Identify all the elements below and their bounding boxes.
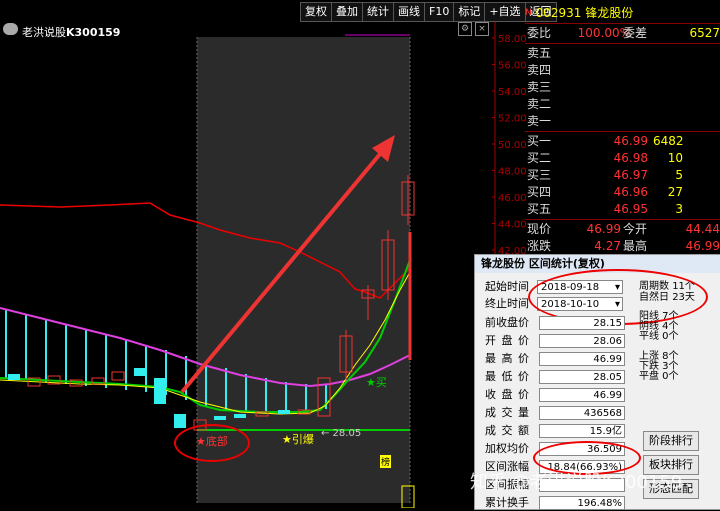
buy-row: 买一 46.99 6482 xyxy=(527,134,684,148)
quote-code: 002931 xyxy=(535,6,582,20)
price-tick-label: 46.00 xyxy=(498,193,527,204)
cyan-bar xyxy=(125,340,127,390)
cyan-bar xyxy=(45,320,47,382)
candlestick xyxy=(214,416,226,420)
cyan-bar xyxy=(25,315,27,380)
candlestick xyxy=(174,414,186,428)
cyan-bar xyxy=(225,368,227,410)
toolbar-button-6[interactable]: +自选 xyxy=(484,3,524,21)
quote-header: N 002931 锋龙股份 xyxy=(525,4,720,22)
cyan-bar xyxy=(265,378,267,412)
price-tick-label: 44.00 xyxy=(498,220,527,231)
cyan-bar xyxy=(105,335,107,388)
cyan-bar xyxy=(5,310,7,378)
cyan-bar xyxy=(305,384,307,410)
buy-list: 买一 46.99 6482 买二 46.98 10 买三 46.97 5 买四 46.96 27 买五 4… xyxy=(525,133,720,218)
weibi-row: 委比 100.00% 委差 6527 xyxy=(527,26,720,40)
sell-row: 卖一 xyxy=(527,114,552,128)
candlestick xyxy=(134,368,146,376)
toolbar-button-0[interactable]: 复权 xyxy=(301,3,331,21)
annotation-lead: ★引爆 xyxy=(282,433,314,446)
quote-panel: N 002931 锋龙股份 委比 100.00% 委差 6527 卖五 卖四 卖三卖… xyxy=(525,4,720,272)
stat-row: 现价 46.99 今开 44.44 xyxy=(527,222,720,236)
annotation-buy: ★买 xyxy=(366,376,387,389)
buy-row: 买五 46.95 3 xyxy=(527,202,683,216)
buy-row: 买四 46.96 27 xyxy=(527,185,683,199)
sell-row: 卖三 xyxy=(527,80,552,94)
candle-count-item: 平线 0个 xyxy=(639,331,679,342)
candlestick xyxy=(111,371,125,381)
candlestick xyxy=(234,414,246,418)
price-tick-label: 52.00 xyxy=(498,114,527,125)
quote-flag: N xyxy=(525,8,532,18)
toolbar-button-5[interactable]: 标记 xyxy=(453,3,484,21)
wechat-icon xyxy=(3,23,18,35)
price-tick-label: 48.00 xyxy=(498,167,527,178)
chart-title-code: K300159 xyxy=(66,26,121,39)
cyan-bar xyxy=(285,382,287,411)
change-count-item: 平盘 0个 xyxy=(639,371,679,382)
settings-icon[interactable]: ⚙ xyxy=(458,22,472,36)
sell-row: 卖二 xyxy=(527,97,552,111)
price-tick-label: 50.00 xyxy=(498,140,527,151)
chart-toolbar: 复权 叠加 统计 画线 F10 标记 +自选 返回 xyxy=(300,2,557,22)
candlestick xyxy=(278,410,290,414)
quote-name: 锋龙股份 xyxy=(585,6,634,20)
cyan-bar xyxy=(245,374,247,411)
annotation-low-price: ← 28.05 xyxy=(321,428,362,439)
candlestick xyxy=(8,374,20,380)
price-tick-label: 58.00 xyxy=(498,34,527,45)
price-ticks: 58.00 56.00 54.00 52.00 50.00 48.00 46.00 44.00… xyxy=(492,34,527,257)
watermark: 知乎 @老洪说股K300159 xyxy=(470,472,683,493)
stat-row: 涨跌 4.27 最高 46.99 xyxy=(527,239,720,253)
toolbar-button-3[interactable]: 画线 xyxy=(393,3,424,21)
sell-list: 卖五卖四卖三卖二卖一 xyxy=(525,45,720,130)
cyan-bar xyxy=(85,330,87,386)
buy-row: 买二 46.98 10 xyxy=(527,151,683,165)
cyan-bar xyxy=(205,362,207,406)
candlestick xyxy=(154,378,166,404)
toolbar-button-4[interactable]: F10 xyxy=(424,3,453,21)
chart-title-prefix: 老洪说股 xyxy=(22,26,66,39)
stage-rank-button[interactable]: 阶段排行 xyxy=(643,431,699,451)
price-tick-label: 56.00 xyxy=(498,61,527,72)
highlight-ellipse-bottom xyxy=(174,424,250,462)
close-icon[interactable]: × xyxy=(475,22,489,36)
toolbar-button-1[interactable]: 叠加 xyxy=(331,3,362,21)
sell-row: 卖五 xyxy=(527,46,552,60)
sell-row: 卖四 xyxy=(527,63,552,77)
buy-row: 买三 46.97 5 xyxy=(527,168,683,182)
price-tick-label: 54.00 xyxy=(498,87,527,98)
cyan-bar xyxy=(65,325,67,384)
annotation-tag: 榜 xyxy=(380,455,392,468)
toolbar-button-2[interactable]: 统计 xyxy=(362,3,393,21)
chart-title: 老洪说股K300159 xyxy=(22,24,120,40)
cyan-bar xyxy=(185,356,187,400)
